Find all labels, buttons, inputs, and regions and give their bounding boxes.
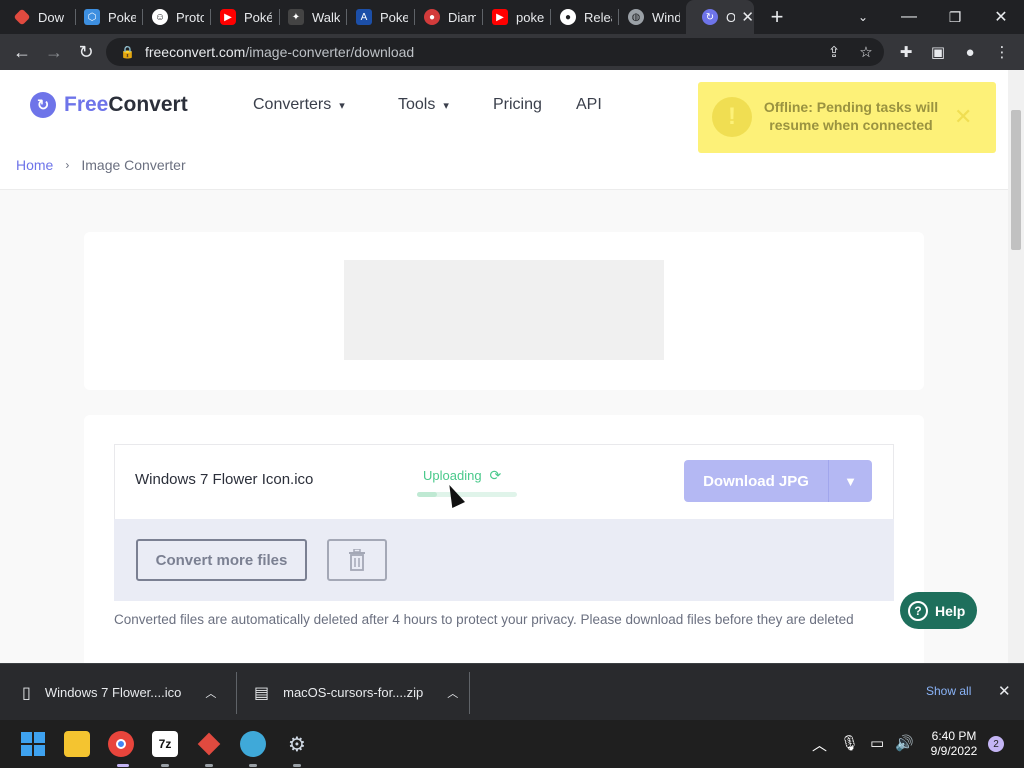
trash-icon (349, 549, 365, 571)
hex-favicon-icon: ⬡ (84, 9, 100, 25)
freeconvert-logo[interactable]: ↻ Free Convert (30, 92, 188, 118)
proto-favicon-icon: ☺ (152, 9, 168, 25)
offline-toast: ! Offline: Pending tasks will resume whe… (698, 82, 996, 153)
windows-taskbar: 7z ⚙ ︿ 🎙 ▭ 🔊 6:40 PM 9/9/2022 2 (0, 720, 1024, 768)
upload-progress-fill (417, 492, 437, 497)
chevron-up-icon[interactable]: ︿ (205, 685, 216, 701)
extensions-puzzle-icon[interactable]: ✚ (892, 38, 920, 66)
restore-icon[interactable]: ❐ (932, 0, 978, 34)
close-tab-icon[interactable]: ✕ (741, 8, 754, 26)
nav-converters[interactable]: Converters ▾ (253, 96, 345, 114)
reload-icon[interactable]: ↻ (72, 38, 100, 66)
download-jpg-button[interactable]: Download JPG ▼ (684, 460, 872, 502)
browser-tab-9[interactable]: ● Relea (544, 0, 614, 34)
7zip-icon[interactable]: 7z (152, 731, 178, 757)
browser-tab-5[interactable]: ✦ Walk (272, 0, 342, 34)
browser-tab-active[interactable]: ↻ O ✕ (686, 0, 754, 34)
upload-status: Uploading ⟳ (423, 467, 502, 483)
breadcrumb-home[interactable]: Home (16, 157, 53, 173)
microphone-icon[interactable]: 🎙 (840, 734, 859, 752)
browser-tab-7[interactable]: ● Diam (408, 0, 478, 34)
back-arrow-icon[interactable]: ← (8, 38, 36, 66)
question-icon: ? (908, 600, 928, 621)
browser-tab-strip: Dow ⬡ Poke ☺ Proto ▶ Poké ✦ Walk A Poke … (0, 0, 1024, 34)
address-bar[interactable]: 🔒 freeconvert.com/image-converter/downlo… (106, 38, 884, 66)
share-icon[interactable]: ⇪ (820, 38, 848, 66)
notification-badge[interactable]: 2 (988, 736, 1004, 752)
browser-tab-10[interactable]: ◍ Wind (612, 0, 686, 34)
browser-toolbar: ← → ↻ 🔒 freeconvert.com/image-converter/… (0, 34, 1024, 70)
downloads-close-icon[interactable]: ✕ (998, 682, 1011, 700)
bookmark-star-icon[interactable]: ☆ (852, 38, 880, 66)
help-button[interactable]: ? Help (900, 592, 977, 629)
kebab-menu-icon[interactable]: ⋮ (988, 38, 1016, 66)
nav-pricing[interactable]: Pricing (493, 96, 542, 114)
forward-arrow-icon[interactable]: → (40, 38, 68, 66)
window-close-icon[interactable]: ✕ (978, 0, 1024, 34)
convert-more-files-button[interactable]: Convert more files (136, 539, 307, 581)
red-diamond-app-icon[interactable] (196, 731, 222, 757)
freeconvert-favicon-icon: ↻ (702, 9, 718, 25)
lock-icon: 🔒 (120, 45, 135, 59)
globe-favicon-icon: ◍ (628, 9, 644, 25)
downloads-bar: ▯ Windows 7 Flower....ico ︿ ▤ macOS-curs… (0, 663, 1024, 720)
settings-gear-icon[interactable]: ⚙ (284, 731, 310, 757)
toast-message: Offline: Pending tasks will resume when … (763, 99, 939, 133)
download-item-1[interactable]: ▯ Windows 7 Flower....ico ︿ (22, 664, 216, 721)
new-tab-plus-icon[interactable]: + (754, 0, 800, 34)
file-name: Windows 7 Flower Icon.ico (135, 471, 314, 488)
file-icon: ▯ (22, 684, 31, 702)
web-page: ↻ Free Convert Converters ▾ Tools ▾ Pricing… (0, 70, 1008, 663)
logo-refresh-icon: ↻ (30, 92, 56, 118)
tray-chevron-up-icon[interactable]: ︿ (812, 734, 827, 755)
system-clock[interactable]: 6:40 PM 9/9/2022 (922, 729, 986, 759)
world-app-icon[interactable] (240, 731, 266, 757)
browser-tab-4[interactable]: ▶ Poké (204, 0, 274, 34)
browser-tab-6[interactable]: A Poke (340, 0, 410, 34)
youtube-favicon-icon: ▶ (492, 9, 508, 25)
browser-tab-3[interactable]: ☺ Proto (136, 0, 206, 34)
browser-tab-1[interactable]: Dow (0, 0, 70, 34)
browser-tab-8[interactable]: ▶ poke (476, 0, 546, 34)
download-item-2[interactable]: ▤ macOS-cursors-for....zip ︿ (254, 664, 458, 721)
upload-progress-bar (417, 492, 517, 497)
delete-trash-button[interactable] (327, 539, 387, 581)
privacy-note: Converted files are automatically delete… (114, 612, 854, 627)
nav-api[interactable]: API (576, 96, 602, 114)
chevron-up-icon[interactable]: ︿ (447, 685, 458, 701)
diamond-favicon-icon (13, 8, 31, 26)
chevron-down-icon: ▾ (339, 99, 345, 112)
toast-close-icon[interactable]: ✕ (954, 104, 972, 130)
ad-placeholder (344, 260, 664, 360)
exclamation-icon: ! (712, 97, 752, 137)
file-explorer-icon[interactable] (64, 731, 90, 757)
chevron-down-icon[interactable]: ▼ (829, 474, 872, 489)
scrollbar-thumb[interactable] (1011, 110, 1021, 250)
profile-avatar-icon[interactable]: ● (956, 38, 984, 66)
minimize-icon[interactable]: — (886, 0, 932, 34)
chevron-right-icon: › (65, 157, 70, 172)
zip-file-icon: ▤ (254, 684, 270, 702)
side-panel-icon[interactable]: ▣ (924, 38, 952, 66)
volume-icon[interactable]: 🔊 (895, 734, 914, 752)
browser-tab-2[interactable]: ⬡ Poke (68, 0, 138, 34)
windows-start-icon[interactable] (20, 731, 46, 757)
nav-tools[interactable]: Tools ▾ (398, 96, 449, 114)
youtube-favicon-icon: ▶ (220, 9, 236, 25)
breadcrumb-current: Image Converter (81, 156, 186, 173)
chevron-down-icon: ▾ (443, 99, 449, 112)
network-icon[interactable]: ▭ (870, 734, 884, 752)
sync-icon: ⟳ (489, 467, 502, 483)
show-all-downloads[interactable]: Show all (926, 684, 971, 698)
github-favicon-icon: ● (560, 9, 576, 25)
walk-favicon-icon: ✦ (288, 9, 304, 25)
pokeball-favicon-icon: ● (424, 9, 440, 25)
chrome-icon[interactable] (108, 731, 134, 757)
tab-search-chevron-icon[interactable]: ⌄ (840, 0, 886, 34)
a-favicon-icon: A (356, 9, 372, 25)
